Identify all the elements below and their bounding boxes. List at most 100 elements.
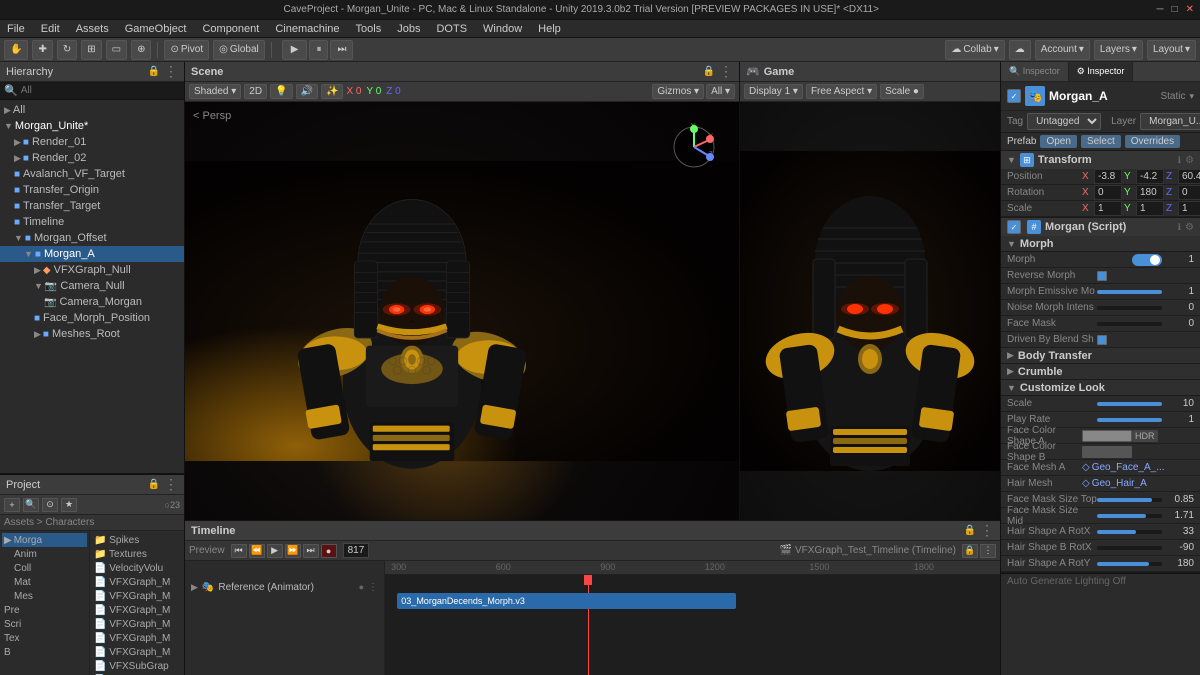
menu-dots[interactable]: DOTS <box>433 22 470 36</box>
face-mask-mid-slider[interactable] <box>1097 514 1162 518</box>
object-checkbox[interactable]: ✓ <box>1007 89 1021 103</box>
hair-shape-a-rotx-slider[interactable] <box>1097 530 1162 534</box>
file-vfxgraph2[interactable]: 📄 VFXGraph_M <box>92 589 182 603</box>
scene-lock-icon[interactable]: 🔒 <box>703 66 715 77</box>
toolbar-rect-tool[interactable]: ▭ <box>106 40 127 60</box>
menu-cinemachine[interactable]: Cinemachine <box>272 22 342 36</box>
hierarchy-item-face-morph[interactable]: ■ Face_Morph_Position <box>0 310 184 326</box>
tree-item-anim[interactable]: Anim <box>2 547 87 561</box>
prefab-overrides-btn[interactable]: Overrides <box>1125 135 1180 148</box>
project-search-btn[interactable]: 🔍 <box>23 498 39 512</box>
scale-dropdown[interactable]: Scale ● <box>880 84 924 99</box>
rotation-x-input[interactable] <box>1094 185 1122 200</box>
static-dropdown-icon[interactable]: ▾ <box>1189 91 1194 102</box>
game-canvas[interactable] <box>740 102 1000 520</box>
hierarchy-item-timeline[interactable]: ■ Timeline <box>0 214 184 230</box>
transform-header[interactable]: ▼ ⊞ Transform ℹ ⚙ <box>1001 151 1200 169</box>
timeline-prev-btn[interactable]: ⏪ <box>249 544 265 558</box>
collab-button[interactable]: ☁ Collab ▾ <box>945 40 1004 60</box>
face-color-b-swatch[interactable] <box>1082 446 1132 458</box>
position-z-input[interactable] <box>1178 169 1200 184</box>
file-vfxgraph1[interactable]: 📄 VFXGraph_M <box>92 575 182 589</box>
hierarchy-item-morgan-a[interactable]: ▼ ■ Morgan_A <box>0 246 184 262</box>
light-toggle[interactable]: 💡 <box>270 84 292 99</box>
hierarchy-item-meshes-root[interactable]: ▶ ■ Meshes_Root <box>0 326 184 342</box>
face-mask-slider[interactable] <box>1097 322 1162 326</box>
hierarchy-menu-icon[interactable]: ⋮ <box>164 63 178 80</box>
timeline-play-btn[interactable]: ▶ <box>267 544 283 558</box>
layers-button[interactable]: Layers ▾ <box>1094 40 1143 60</box>
hierarchy-item-vfxgraph-null[interactable]: ▶ ◆ VFXGraph_Null <box>0 262 184 278</box>
file-spikes[interactable]: 📁 Spikes <box>92 533 182 547</box>
script-gear-icon[interactable]: ⚙ <box>1185 222 1194 233</box>
menu-help[interactable]: Help <box>535 22 564 36</box>
file-textures[interactable]: 📁 Textures <box>92 547 182 561</box>
hair-mesh-ref[interactable]: ◇ Geo_Hair_A <box>1082 478 1147 489</box>
position-y-input[interactable] <box>1136 169 1164 184</box>
hierarchy-item-all[interactable]: ▶ All <box>0 102 184 118</box>
tree-item-scri[interactable]: Scri <box>2 617 87 631</box>
transform-gear-icon[interactable]: ⚙ <box>1185 155 1194 166</box>
timeline-end-btn[interactable]: ⏭ <box>303 544 319 558</box>
project-lock-icon[interactable]: 🔒 <box>148 479 160 490</box>
play-rate-slider[interactable] <box>1097 418 1162 422</box>
tree-item-mat[interactable]: Mat <box>2 575 87 589</box>
tree-item-morgan[interactable]: ▶Morga <box>2 533 87 547</box>
hair-shape-a-roty-slider[interactable] <box>1097 562 1162 566</box>
tag-dropdown[interactable]: Untagged <box>1027 113 1101 130</box>
script-checkbox[interactable]: ✓ <box>1007 220 1021 234</box>
aspect-dropdown[interactable]: Free Aspect ▾ <box>806 84 877 99</box>
file-vfxgraph4[interactable]: 📄 VFXGraph_M <box>92 617 182 631</box>
tree-item-mes[interactable]: Mes <box>2 589 87 603</box>
noise-intens-slider[interactable] <box>1097 306 1162 310</box>
inspector-tab-2[interactable]: ⚙ Inspector <box>1069 62 1134 81</box>
hierarchy-search-input[interactable] <box>21 85 180 96</box>
tree-item-coll[interactable]: Coll <box>2 561 87 575</box>
toolbar-hand-tool[interactable]: ✋ <box>4 40 28 60</box>
menu-component[interactable]: Component <box>199 22 262 36</box>
morph-toggle[interactable] <box>1132 254 1162 266</box>
hierarchy-lock-icon[interactable]: 🔒 <box>148 66 160 77</box>
account-button[interactable]: Account ▾ <box>1035 40 1090 60</box>
prefab-open-btn[interactable]: Open <box>1040 135 1076 148</box>
scale-y-input[interactable] <box>1136 201 1164 216</box>
timeline-clip[interactable]: 03_MorganDecends_Morph.v3 <box>397 593 735 609</box>
timeline-next-btn[interactable]: ⏩ <box>285 544 301 558</box>
hierarchy-item-morgan-offset[interactable]: ▼ ■ Morgan_Offset <box>0 230 184 246</box>
scale-x-input[interactable] <box>1094 201 1122 216</box>
timeline-lock-icon[interactable]: 🔒 <box>964 525 976 536</box>
2d-toggle[interactable]: 2D <box>244 84 267 99</box>
customize-look-foldout[interactable]: ▼ Customize Look <box>1001 380 1200 396</box>
driven-blend-checkbox[interactable] <box>1097 335 1107 345</box>
gizmos-dropdown[interactable]: Gizmos ▾ <box>652 84 704 99</box>
tree-item-b[interactable]: B <box>2 645 87 659</box>
file-vfxgraph6[interactable]: 📄 VFXGraph_M <box>92 645 182 659</box>
timeline-start-btn[interactable]: ⏮ <box>231 544 247 558</box>
hierarchy-item-transfer-origin[interactable]: ■ Transfer_Origin <box>0 182 184 198</box>
play-button[interactable]: ▶ <box>282 40 308 60</box>
file-vfxsubgraph1[interactable]: 📄 VFXSubGrap <box>92 659 182 673</box>
prefab-select-btn[interactable]: Select <box>1081 135 1121 148</box>
project-menu-icon[interactable]: ⋮ <box>164 476 178 493</box>
tree-item-pre[interactable]: Pre <box>2 603 87 617</box>
toolbar-rotate-tool[interactable]: ↻ <box>57 40 77 60</box>
timeline-track-area[interactable]: 03_MorganDecends_Morph.v3 <box>385 575 1000 675</box>
body-transfer-foldout[interactable]: ▶ Body Transfer <box>1001 348 1200 364</box>
tree-item-tex[interactable]: Tex <box>2 631 87 645</box>
audio-toggle[interactable]: 🔊 <box>296 84 318 99</box>
scene-menu-icon[interactable]: ⋮ <box>719 63 733 80</box>
hair-shape-b-rotx-slider[interactable] <box>1097 546 1162 550</box>
morph-foldout[interactable]: ▼ Morph <box>1001 236 1200 252</box>
script-header[interactable]: ✓ # Morgan (Script) ℹ ⚙ <box>1001 218 1200 236</box>
effects-toggle[interactable]: ✨ <box>321 84 343 99</box>
menu-edit[interactable]: Edit <box>38 22 63 36</box>
menu-assets[interactable]: Assets <box>73 22 112 36</box>
minimize-btn[interactable]: ─ <box>1156 4 1163 15</box>
hierarchy-item-avalanch[interactable]: ■ Avalanch_VF_Target <box>0 166 184 182</box>
file-vfxgraph3[interactable]: 📄 VFXGraph_M <box>92 603 182 617</box>
track-menu-icon[interactable]: ⋮ <box>368 582 378 593</box>
hierarchy-item-camera-null[interactable]: ▼ 📷 Camera_Null <box>0 278 184 294</box>
timeline-record-btn[interactable]: ● <box>321 544 337 558</box>
layout-button[interactable]: Layout ▾ <box>1147 40 1196 60</box>
menu-jobs[interactable]: Jobs <box>394 22 423 36</box>
